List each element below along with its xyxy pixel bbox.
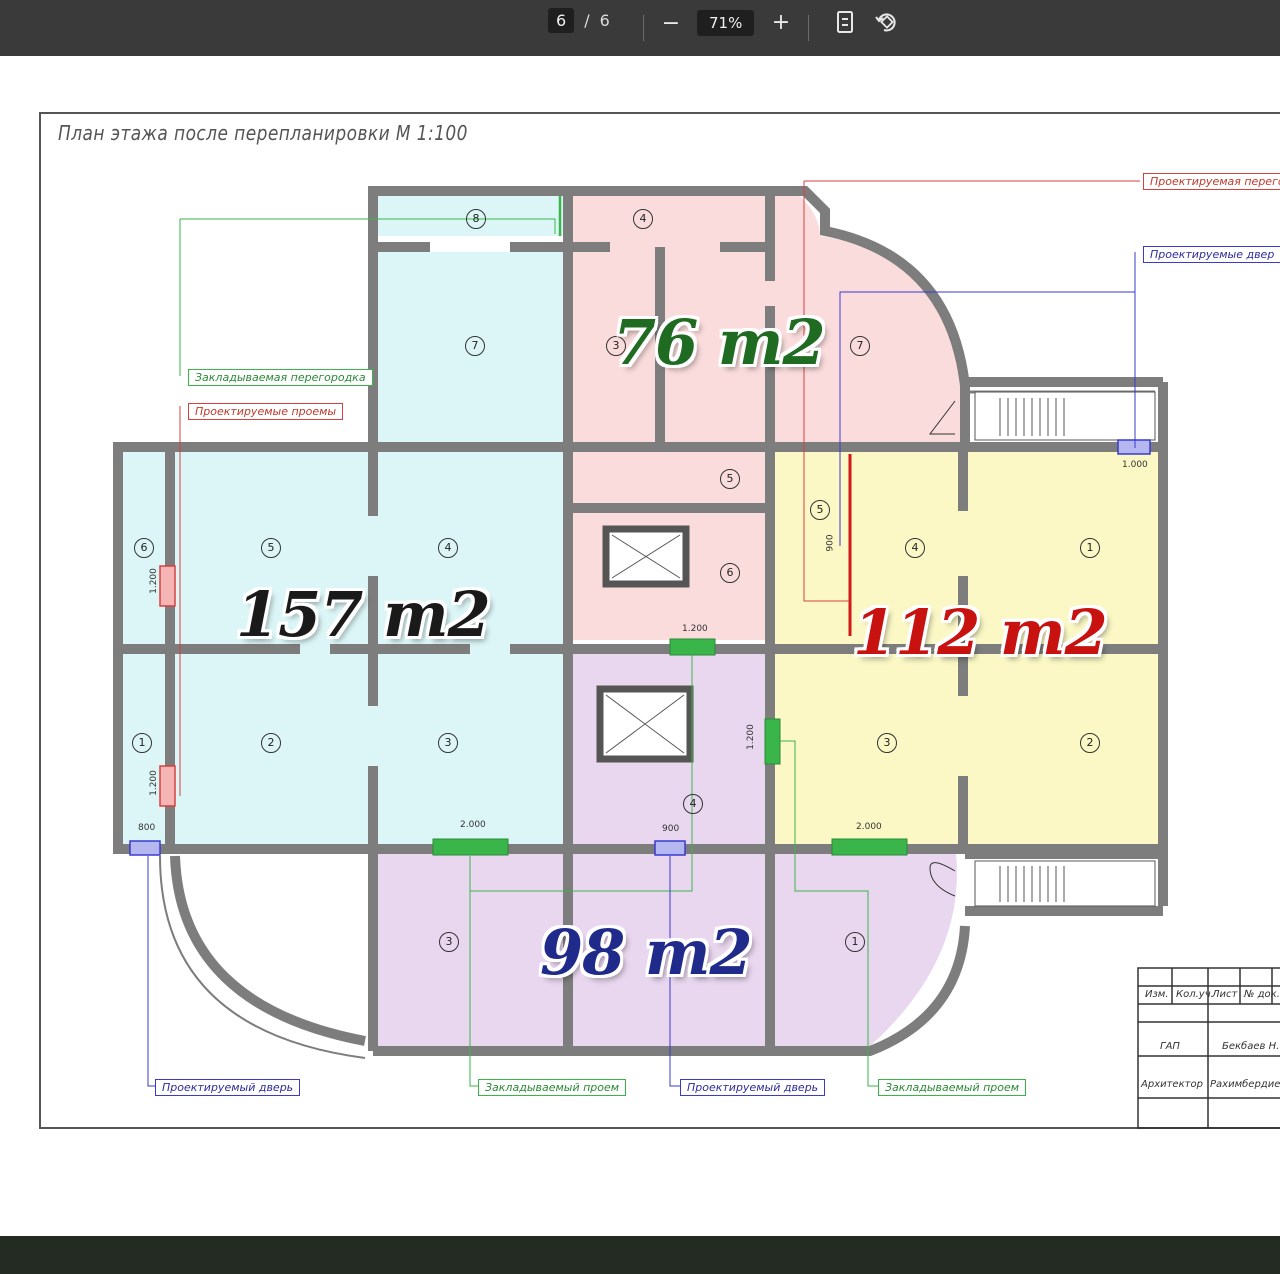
room-number: 5 — [720, 469, 740, 489]
dimension-label: 900 — [825, 534, 836, 552]
toolbar-divider — [643, 15, 644, 41]
room-number: 4 — [683, 794, 703, 814]
room-number: 6 — [134, 538, 154, 558]
room-number: 5 — [810, 500, 830, 520]
stamp-role-gap: ГАП — [1160, 1041, 1180, 1052]
room-number: 7 — [465, 336, 485, 356]
total-pages: 6 — [599, 11, 610, 30]
dimension-label: 1.200 — [148, 770, 159, 796]
label-projected-partition: Проектируемая перегора — [1143, 173, 1280, 190]
label-projected-openings: Проектируемые проемы — [188, 403, 344, 420]
room-number: 4 — [633, 209, 653, 229]
label-projected-doors: Проектируемые двер — [1143, 246, 1280, 263]
room-number: 1 — [1080, 538, 1100, 558]
pdf-toolbar: 6 / 6 − 71% + — [0, 0, 1280, 56]
stamp-col-doc: № док. — [1244, 989, 1280, 1000]
page-separator: / — [584, 11, 590, 30]
room-number: 3 — [877, 733, 897, 753]
dimension-label: 900 — [662, 824, 680, 834]
room-number: 7 — [850, 336, 870, 356]
zoom-level-input[interactable]: 71% — [697, 10, 755, 36]
stamp-col-koluch: Кол.уч. — [1176, 989, 1214, 1000]
stamp-name-gap: Бекбаев Н. — [1222, 1041, 1280, 1052]
room-number: 6 — [720, 563, 740, 583]
room-number: 1 — [132, 733, 152, 753]
stamp-name-architect: Рахимбердиев — [1210, 1079, 1280, 1090]
label-laid-partition: Закладываемая перегородка — [188, 369, 373, 386]
dimension-label: 1.200 — [148, 568, 159, 594]
room-number: 3 — [439, 932, 459, 952]
room-number: 2 — [1080, 733, 1100, 753]
stamp-col-list: Лист — [1212, 989, 1238, 1000]
label-projected-door-1: Проектируемый дверь — [155, 1079, 301, 1096]
room-number: 3 — [438, 733, 458, 753]
area-label-yellow: 112 m2 — [853, 596, 1108, 669]
room-number: 8 — [466, 209, 486, 229]
dimension-label: 2.000 — [856, 822, 882, 832]
dimension-label: 2.000 — [460, 820, 486, 830]
area-label-pink: 76 m2 — [613, 306, 826, 379]
label-projected-door-2: Проектируемый дверь — [680, 1079, 826, 1096]
room-number: 2 — [261, 733, 281, 753]
stamp-role-architect: Архитектор — [1141, 1079, 1203, 1090]
room-number: 4 — [905, 538, 925, 558]
stamp-col-izm: Изм. — [1145, 989, 1169, 1000]
dimension-label: 1.000 — [1122, 460, 1148, 470]
room-number: 4 — [438, 538, 458, 558]
room-number: 5 — [261, 538, 281, 558]
dimension-label: 1.200 — [745, 724, 756, 750]
area-label-cyan: 157 m2 — [236, 578, 491, 651]
page-navigator: 6 / 6 — [548, 8, 610, 33]
document-viewport[interactable]: План этажа после перепланировки М 1:100 … — [0, 56, 1280, 1236]
room-number: 1 — [845, 932, 865, 952]
area-label-purple: 98 m2 — [540, 916, 753, 989]
current-page-input[interactable]: 6 — [548, 8, 575, 33]
label-laid-opening-1: Закладываемый проем — [478, 1079, 627, 1096]
label-laid-opening-2: Закладываемый проем — [878, 1079, 1027, 1096]
dimension-label: 800 — [138, 823, 156, 833]
toolbar-divider — [808, 15, 809, 41]
zoom-in-button[interactable]: + — [768, 12, 794, 34]
zoom-out-button[interactable]: − — [658, 13, 684, 35]
fit-page-icon[interactable] — [836, 11, 854, 37]
dimension-label: 1.200 — [682, 624, 708, 634]
rotate-icon[interactable] — [874, 10, 900, 38]
bottom-bar — [0, 1236, 1280, 1274]
plan-title: План этажа после перепланировки М 1:100 — [58, 121, 468, 145]
